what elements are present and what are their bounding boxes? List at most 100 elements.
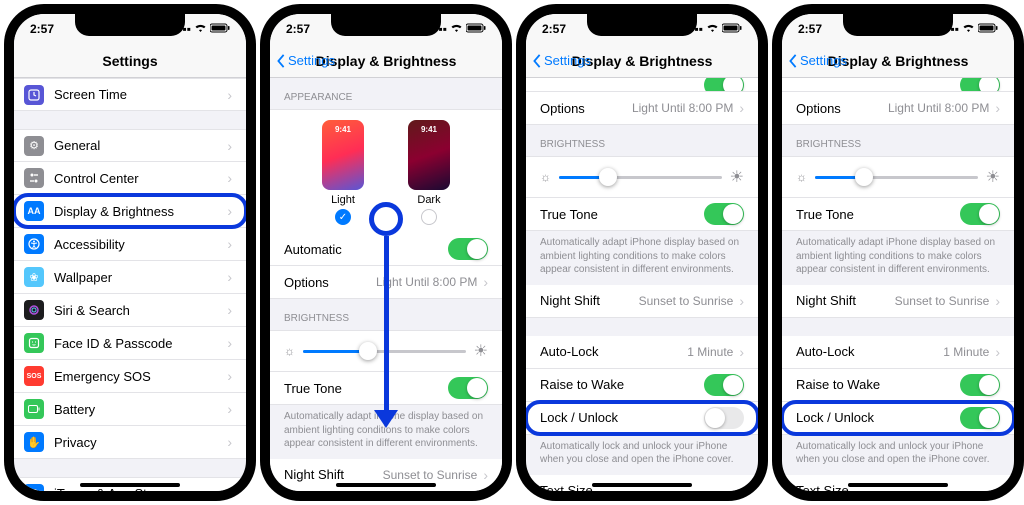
screen: 2:57 ▪▪▪▪ Settings Screen Time <box>14 14 246 491</box>
chevron-right-icon: › <box>739 100 744 116</box>
chevron-right-icon: › <box>739 293 744 309</box>
theme-light[interactable]: 9:41 Light ✓ <box>322 120 364 225</box>
nav-bar: Settings Display & Brightness <box>270 44 502 78</box>
home-indicator[interactable] <box>848 483 948 487</box>
brightness-slider[interactable]: ☼ ☀ <box>270 330 502 372</box>
row-lock-unlock[interactable]: Lock / Unlock <box>782 402 1014 435</box>
phone-frame-1: 2:57 ▪▪▪▪ Settings Screen Time <box>4 4 256 501</box>
status-time: 2:57 <box>30 22 54 36</box>
siri-icon <box>24 300 44 320</box>
sun-small-icon: ☼ <box>796 170 807 184</box>
row-true-tone[interactable]: True Tone <box>526 198 758 231</box>
radio-checked-icon: ✓ <box>335 209 351 225</box>
true-tone-footer: Automatically adapt iPhone display based… <box>526 231 758 285</box>
screen: 2:57 ▪▪▪▪ Settings Display & Brightness … <box>526 14 758 491</box>
row-options[interactable]: Options Light Until 8:00 PM › <box>782 92 1014 125</box>
toggle-lock-unlock[interactable] <box>704 407 744 429</box>
notch <box>75 14 185 36</box>
true-tone-footer: Automatically adapt iPhone display based… <box>270 405 502 459</box>
toggle-partial[interactable] <box>960 78 1000 92</box>
toggle-raise-to-wake[interactable] <box>960 374 1000 396</box>
slider-knob[interactable] <box>855 168 873 186</box>
toggle-partial[interactable] <box>704 78 744 92</box>
chevron-right-icon: › <box>995 293 1000 309</box>
row-emergency[interactable]: SOS Emergency SOS › <box>14 360 246 393</box>
chevron-right-icon: › <box>227 368 232 384</box>
row-automatic[interactable]: Automatic <box>270 233 502 266</box>
battery-icon <box>466 22 486 36</box>
row-screen-time[interactable]: Screen Time › <box>14 78 246 111</box>
slider-knob[interactable] <box>359 342 377 360</box>
home-indicator[interactable] <box>592 483 692 487</box>
chevron-right-icon: › <box>995 100 1000 116</box>
chevron-right-icon: › <box>227 434 232 450</box>
appearance-selector: 9:41 Light ✓ 9:41 Dark <box>270 109 502 233</box>
chevron-right-icon: › <box>483 274 488 290</box>
row-options[interactable]: Options Light Until 8:00 PM › <box>526 92 758 125</box>
display-settings-scrolled[interactable]: Options Light Until 8:00 PM › BRIGHTNESS… <box>782 78 1014 491</box>
toggle-raise-to-wake[interactable] <box>704 374 744 396</box>
appstore-icon <box>24 484 44 492</box>
toggle-true-tone[interactable] <box>960 203 1000 225</box>
row-night-shift[interactable]: Night Shift Sunset to Sunrise › <box>526 285 758 318</box>
toggle-lock-unlock[interactable] <box>960 407 1000 429</box>
slider-knob[interactable] <box>599 168 617 186</box>
row-control-center[interactable]: Control Center › <box>14 162 246 195</box>
screen: 2:57 ▪▪▪▪ Settings Display & Brightness … <box>270 14 502 491</box>
brightness-header: BRIGHTNESS <box>526 125 758 156</box>
notch <box>331 14 441 36</box>
text-size-icon: AA <box>24 201 44 221</box>
row-auto-lock[interactable]: Auto-Lock 1 Minute › <box>782 336 1014 369</box>
row-siri[interactable]: Siri & Search › <box>14 294 246 327</box>
row-general[interactable]: ⚙ General › <box>14 129 246 162</box>
brightness-slider[interactable]: ☼ ☀ <box>782 156 1014 198</box>
back-button[interactable]: Settings <box>788 53 847 68</box>
row-night-shift[interactable]: Night Shift Sunset to Sunrise › <box>782 285 1014 318</box>
display-settings[interactable]: APPEARANCE 9:41 Light ✓ 9:41 Dark Au <box>270 78 502 491</box>
sos-icon: SOS <box>24 366 44 386</box>
row-accessibility[interactable]: Accessibility › <box>14 228 246 261</box>
sliders-icon <box>24 168 44 188</box>
display-settings-scrolled[interactable]: Options Light Until 8:00 PM › BRIGHTNESS… <box>526 78 758 491</box>
lock-unlock-footer: Automatically lock and unlock your iPhon… <box>782 435 1014 475</box>
row-raise-to-wake[interactable]: Raise to Wake <box>526 369 758 402</box>
row-true-tone[interactable]: True Tone <box>782 198 1014 231</box>
row-auto-lock[interactable]: Auto-Lock 1 Minute › <box>526 336 758 369</box>
row-display-brightness[interactable]: AA Display & Brightness › <box>14 195 246 228</box>
row-faceid[interactable]: Face ID & Passcode › <box>14 327 246 360</box>
row-partial-top <box>526 78 758 92</box>
back-button[interactable]: Settings <box>276 53 335 68</box>
brightness-slider[interactable]: ☼ ☀ <box>526 156 758 198</box>
chevron-right-icon: › <box>227 170 232 186</box>
home-indicator[interactable] <box>80 483 180 487</box>
row-options[interactable]: Options Light Until 8:00 PM › <box>270 266 502 299</box>
chevron-right-icon: › <box>227 269 232 285</box>
chevron-right-icon: › <box>995 483 1000 492</box>
theme-dark[interactable]: 9:41 Dark <box>408 120 450 225</box>
hand-icon: ✋ <box>24 432 44 452</box>
chevron-right-icon: › <box>227 236 232 252</box>
toggle-automatic[interactable] <box>448 238 488 260</box>
chevron-right-icon: › <box>227 203 232 219</box>
row-raise-to-wake[interactable]: Raise to Wake <box>782 369 1014 402</box>
row-lock-unlock[interactable]: Lock / Unlock <box>526 402 758 435</box>
chevron-right-icon: › <box>483 467 488 483</box>
row-true-tone[interactable]: True Tone <box>270 372 502 405</box>
theme-preview-light: 9:41 <box>322 120 364 190</box>
gear-icon: ⚙ <box>24 136 44 156</box>
faceid-icon <box>24 333 44 353</box>
chevron-right-icon: › <box>739 483 744 492</box>
screen: 2:57 ▪▪▪▪ Settings Display & Brightness … <box>782 14 1014 491</box>
home-indicator[interactable] <box>336 483 436 487</box>
row-battery[interactable]: Battery › <box>14 393 246 426</box>
toggle-true-tone[interactable] <box>448 377 488 399</box>
toggle-true-tone[interactable] <box>704 203 744 225</box>
row-privacy[interactable]: ✋ Privacy › <box>14 426 246 459</box>
settings-list[interactable]: Screen Time › ⚙ General › Control Center… <box>14 78 246 491</box>
status-time: 2:57 <box>286 22 310 36</box>
back-button[interactable]: Settings <box>532 53 591 68</box>
battery-icon <box>722 22 742 36</box>
phone-frame-3: 2:57 ▪▪▪▪ Settings Display & Brightness … <box>516 4 768 501</box>
row-wallpaper[interactable]: ❀ Wallpaper › <box>14 261 246 294</box>
page-title: Settings <box>102 53 157 69</box>
